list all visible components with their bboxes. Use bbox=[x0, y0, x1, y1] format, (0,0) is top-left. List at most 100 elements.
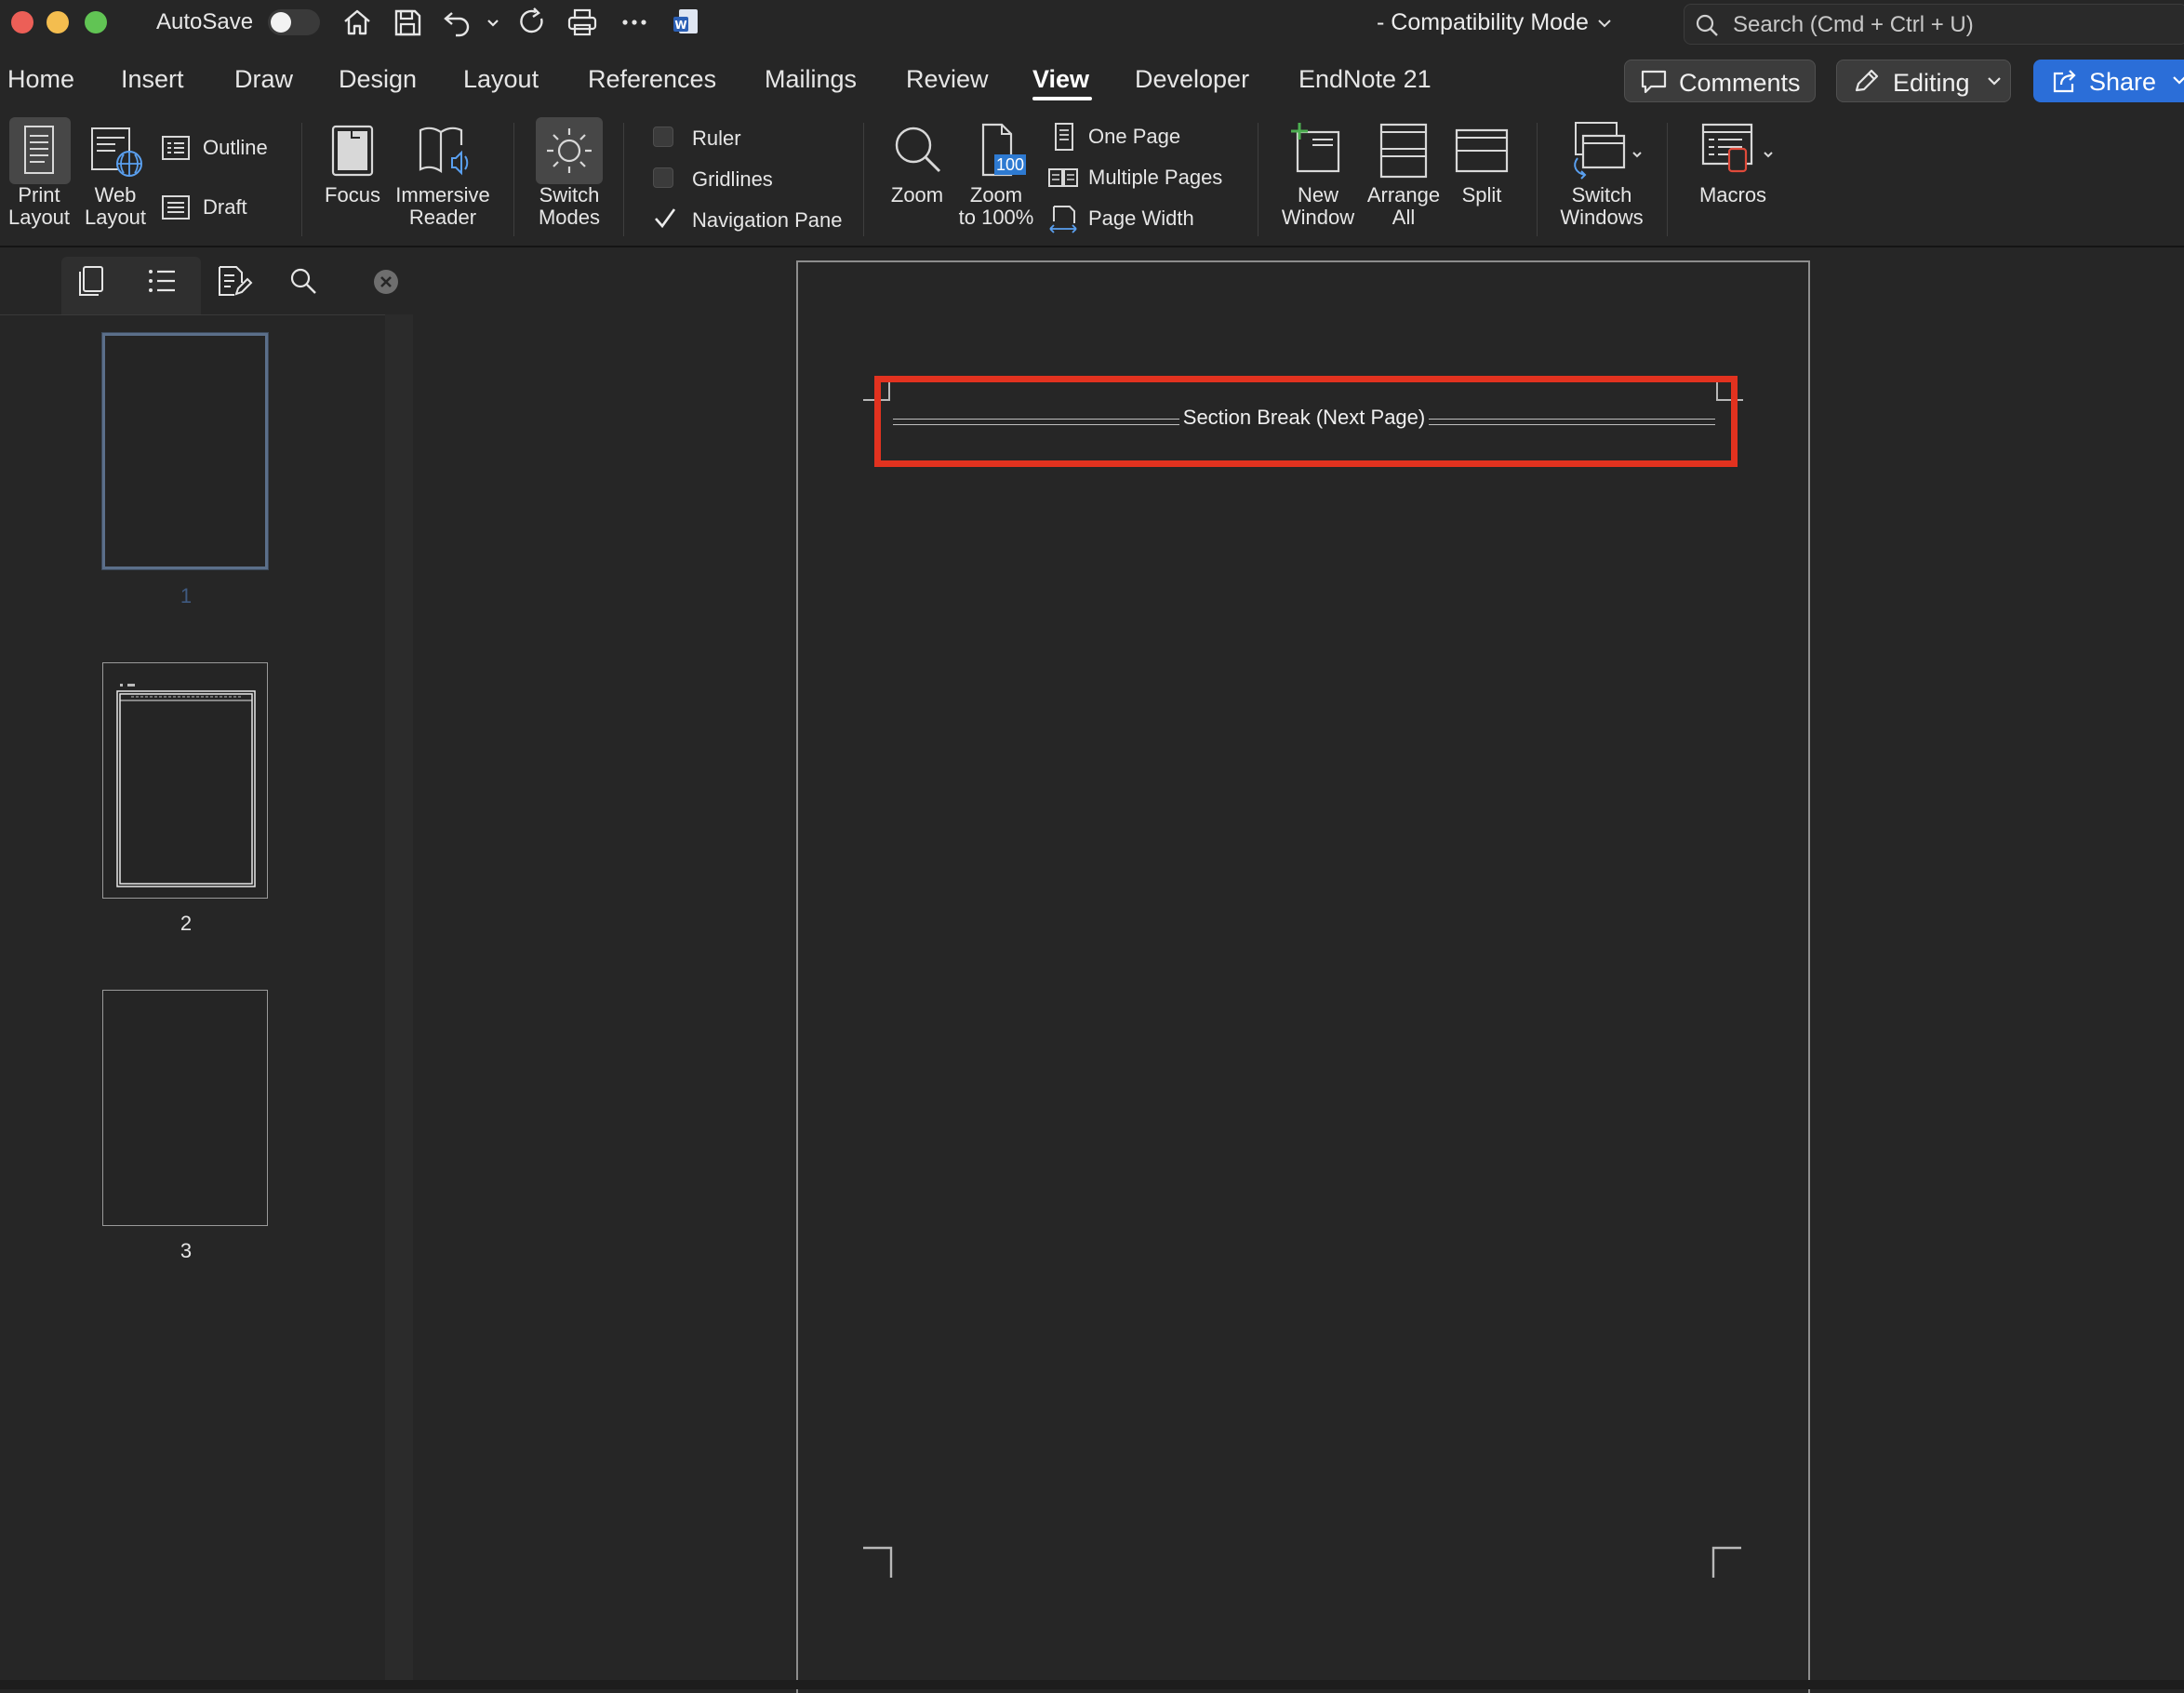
compatibility-mode-label: - Compatibility Mode bbox=[1377, 9, 1589, 35]
search-input[interactable]: Search (Cmd + Ctrl + U) bbox=[1684, 4, 2184, 45]
web-layout-label-line2: Layout bbox=[84, 206, 147, 229]
close-window-button[interactable] bbox=[11, 11, 33, 33]
split-button[interactable]: Split bbox=[1447, 117, 1516, 207]
chevron-down-icon bbox=[2173, 76, 2184, 85]
comments-button[interactable]: Comments bbox=[1624, 60, 1816, 102]
new-window-button[interactable]: New Window bbox=[1274, 117, 1362, 229]
search-icon bbox=[1696, 14, 1718, 36]
one-page-label: One Page bbox=[1088, 125, 1181, 148]
one-page-icon bbox=[1055, 123, 1073, 151]
macros-label: Macros bbox=[1698, 183, 1767, 207]
print-layout-label-line2: Layout bbox=[7, 206, 71, 229]
immersive-reader-label-line1: Immersive bbox=[395, 183, 490, 207]
home-icon[interactable] bbox=[340, 6, 374, 39]
zoom-button[interactable]: Zoom bbox=[880, 117, 954, 207]
thumbnails-tab-icon[interactable] bbox=[74, 264, 108, 298]
draft-icon bbox=[162, 195, 190, 220]
tab-mailings[interactable]: Mailings bbox=[765, 65, 857, 94]
one-page-button[interactable]: One Page bbox=[1047, 121, 1233, 154]
web-layout-button[interactable]: Web Layout bbox=[80, 117, 151, 229]
word-document-icon[interactable]: W bbox=[670, 6, 703, 39]
macros-button[interactable]: Macros bbox=[1682, 117, 1784, 207]
switch-windows-button[interactable]: Switch Windows bbox=[1551, 117, 1652, 229]
document-page[interactable] bbox=[796, 260, 1810, 1693]
immersive-reader-icon bbox=[419, 127, 469, 176]
page-thumbnail-2[interactable] bbox=[102, 662, 268, 899]
focus-label: Focus bbox=[325, 183, 380, 207]
page-number-1: 1 bbox=[180, 584, 193, 607]
headings-tab-icon[interactable] bbox=[145, 264, 179, 298]
magnifier-icon bbox=[895, 127, 941, 173]
outline-view-button[interactable]: Outline bbox=[160, 132, 281, 166]
tab-home[interactable]: Home bbox=[7, 65, 74, 94]
tab-layout[interactable]: Layout bbox=[463, 65, 539, 94]
immersive-reader-button[interactable]: Immersive Reader bbox=[391, 117, 495, 229]
print-layout-button[interactable]: Print Layout bbox=[6, 117, 73, 244]
maximize-window-button[interactable] bbox=[85, 11, 107, 33]
page-width-button[interactable]: Page Width bbox=[1047, 203, 1233, 236]
ribbon-separator bbox=[1537, 123, 1538, 236]
compatibility-mode-menu[interactable]: - Compatibility Mode bbox=[1377, 9, 1614, 36]
ruler-checkbox-box bbox=[653, 127, 673, 147]
print-icon[interactable] bbox=[566, 6, 599, 39]
tab-endnote[interactable]: EndNote 21 bbox=[1298, 65, 1432, 94]
page-thumbnail-1[interactable] bbox=[102, 333, 268, 569]
switch-windows-label-line2: Windows bbox=[1560, 206, 1644, 229]
share-icon bbox=[2053, 70, 2076, 93]
undo-dropdown-chevron-icon[interactable] bbox=[484, 6, 502, 39]
split-label: Split bbox=[1461, 183, 1502, 207]
page-width-icon bbox=[1049, 206, 1077, 233]
tab-view[interactable]: View bbox=[1032, 65, 1089, 94]
ruler-label: Ruler bbox=[692, 127, 741, 150]
navigation-pane: 1 2 3 bbox=[0, 247, 413, 1680]
more-options-icon[interactable] bbox=[618, 6, 651, 39]
autosave-toggle[interactable] bbox=[268, 9, 320, 35]
multiple-pages-icon bbox=[1048, 168, 1078, 187]
undo-icon[interactable] bbox=[441, 6, 474, 39]
focus-button[interactable]: Focus bbox=[316, 117, 389, 207]
tab-references[interactable]: References bbox=[588, 65, 716, 94]
arrange-all-button[interactable]: Arrange All bbox=[1362, 117, 1445, 229]
share-button[interactable]: Share bbox=[2033, 60, 2184, 102]
ribbon-separator bbox=[301, 123, 302, 236]
zoom-100-button[interactable]: 100 Zoom to 100% bbox=[954, 117, 1038, 229]
redo-icon[interactable] bbox=[515, 6, 549, 39]
navigation-pane-checkbox[interactable]: Navigation Pane bbox=[653, 205, 858, 238]
tab-design[interactable]: Design bbox=[339, 65, 417, 94]
chevron-down-icon bbox=[1988, 77, 2001, 86]
tab-draw[interactable]: Draw bbox=[234, 65, 293, 94]
ruler-checkbox[interactable]: Ruler bbox=[653, 123, 820, 156]
page-thumbnail-3[interactable] bbox=[102, 990, 268, 1226]
tab-developer[interactable]: Developer bbox=[1135, 65, 1249, 94]
search-placeholder: Search (Cmd + Ctrl + U) bbox=[1733, 12, 1974, 37]
zoom-100-badge: 100 bbox=[994, 154, 1027, 175]
gridlines-checkbox[interactable]: Gridlines bbox=[653, 164, 820, 197]
zoom-label: Zoom bbox=[890, 183, 944, 207]
web-layout-icon bbox=[91, 127, 142, 177]
outline-label: Outline bbox=[203, 136, 268, 159]
tab-review[interactable]: Review bbox=[906, 65, 989, 94]
save-icon[interactable] bbox=[391, 6, 424, 39]
macros-icon bbox=[1701, 123, 1773, 173]
search-tab-icon[interactable] bbox=[286, 264, 320, 298]
minimize-window-button[interactable] bbox=[47, 11, 69, 33]
navigation-pane-scrollbar[interactable] bbox=[385, 314, 413, 1680]
new-window-label-line2: Window bbox=[1281, 206, 1355, 229]
edit-pages-tab-icon[interactable] bbox=[216, 264, 253, 298]
zoom-100-label-line1: Zoom bbox=[969, 183, 1023, 207]
draft-view-button[interactable]: Draft bbox=[160, 192, 262, 225]
tab-insert[interactable]: Insert bbox=[121, 65, 184, 94]
close-pane-icon[interactable] bbox=[372, 268, 400, 296]
comment-icon bbox=[1641, 70, 1667, 94]
active-tab-indicator bbox=[1032, 97, 1092, 100]
ribbon-separator bbox=[623, 123, 624, 236]
multiple-pages-button[interactable]: Multiple Pages bbox=[1047, 162, 1252, 195]
gridlines-checkbox-box bbox=[653, 167, 673, 188]
svg-text:W: W bbox=[674, 19, 686, 32]
checkmark-icon bbox=[655, 208, 676, 229]
bottom-edge bbox=[0, 1680, 2184, 1689]
switch-modes-button[interactable]: Switch Modes bbox=[530, 117, 608, 229]
zoom-100-label-line2: to 100% bbox=[958, 206, 1034, 229]
arrange-all-label-line2: All bbox=[1392, 206, 1416, 229]
editing-mode-button[interactable]: Editing bbox=[1836, 60, 2011, 102]
